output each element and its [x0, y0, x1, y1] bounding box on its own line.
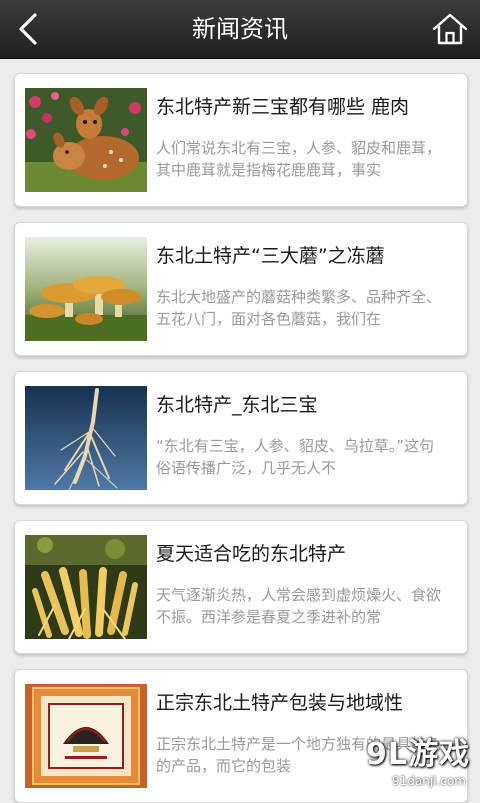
- site-watermark: 9L游戏 91danji.com: [340, 736, 470, 792]
- article-thumbnail: [25, 88, 147, 192]
- article-title: 东北特产_东北三宝: [156, 394, 318, 416]
- article-title: 夏天适合吃的东北特产: [156, 543, 347, 565]
- article-title: 东北特产新三宝都有哪些 鹿肉: [156, 96, 410, 118]
- back-arrow-icon: [19, 13, 37, 45]
- page-title: 新闻资讯: [192, 15, 288, 43]
- back-button[interactable]: [10, 9, 50, 49]
- article-summary: 人们常说东北有三宝，人参、貂皮和鹿茸，其中鹿茸就是指梅花鹿鹿茸，事实: [156, 139, 441, 179]
- news-item[interactable]: 夏天适合吃的东北特产 天气逐渐炎热，人常会感到虚烦燥火、食欲不振。西洋参是春夏之…: [14, 520, 468, 654]
- article-title: 东北土特产“三大蘑”之冻蘑: [156, 245, 385, 267]
- article-summary: 天气逐渐炎热，人常会感到虚烦燥火、食欲不振。西洋参是春夏之季进补的常: [156, 586, 441, 626]
- watermark-logo: 9L游戏: [366, 737, 470, 772]
- article-thumbnail: [25, 535, 147, 639]
- article-thumbnail: [25, 684, 147, 788]
- watermark-url: 91danji.com: [392, 774, 466, 788]
- home-button[interactable]: [430, 9, 470, 49]
- top-navigation-bar: 新闻资讯: [0, 0, 480, 59]
- home-icon: [432, 13, 468, 45]
- news-item[interactable]: 东北特产新三宝都有哪些 鹿肉 人们常说东北有三宝，人参、貂皮和鹿茸，其中鹿茸就是…: [14, 73, 468, 207]
- article-thumbnail: [25, 237, 147, 341]
- article-thumbnail: [25, 386, 147, 490]
- news-item[interactable]: 东北特产_东北三宝 “东北有三宝，人参、貂皮、乌拉草。”这句俗语传播广泛，几乎无…: [14, 371, 468, 505]
- article-summary: 东北大地盛产的蘑菇种类繁多、品种齐全、五花八门，面对各色蘑菇，我们在: [156, 288, 441, 328]
- article-title: 正宗东北土特产包装与地域性: [156, 692, 404, 714]
- news-item[interactable]: 东北土特产“三大蘑”之冻蘑 东北大地盛产的蘑菇种类繁多、品种齐全、五花八门，面对…: [14, 222, 468, 356]
- article-summary: “东北有三宝，人参、貂皮、乌拉草。”这句俗语传播广泛，几乎无人不: [156, 437, 435, 477]
